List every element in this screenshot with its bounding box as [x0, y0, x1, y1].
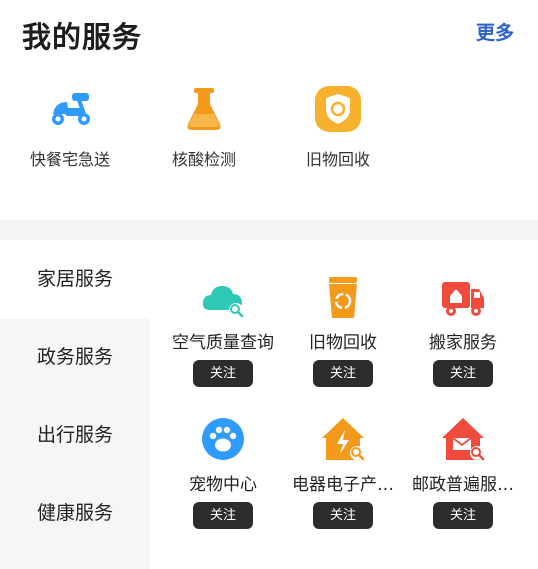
service-card-recycle[interactable]: 旧物回收 关注 [283, 274, 403, 387]
page-title: 我的服务 [22, 20, 143, 54]
follow-button[interactable]: 关注 [313, 502, 373, 529]
service-label: 旧物回收 [305, 150, 370, 169]
flask-icon [187, 88, 221, 130]
category-health-services[interactable]: 健康服务 [0, 474, 150, 552]
category-home-services[interactable]: 家居服务 [0, 240, 150, 318]
service-label: 快餐宅急送 [29, 150, 110, 169]
category-sidebar: 家居服务 政务服务 出行服务 健康服务 [0, 240, 150, 569]
service-label: 核酸检测 [171, 150, 236, 169]
service-nucleic-test[interactable]: 核酸检测 [144, 84, 264, 170]
category-travel-services[interactable]: 出行服务 [0, 396, 150, 474]
service-card-name: 邮政普遍服… [412, 475, 514, 495]
service-card-name: 搬家服务 [429, 333, 497, 353]
paw-icon [202, 418, 244, 460]
scooter-icon [52, 93, 90, 125]
service-card-moving[interactable]: 搬家服务 关注 [403, 274, 523, 387]
moving-truck-icon [442, 282, 484, 316]
section-divider [0, 220, 538, 240]
mail-house-icon [442, 418, 485, 461]
electric-house-icon [322, 418, 365, 461]
category-government-services[interactable]: 政务服务 [0, 318, 150, 396]
service-card-name: 电器电子产… [292, 475, 394, 495]
service-scooter-delivery[interactable]: 快餐宅急送 [10, 84, 130, 170]
service-card-name: 空气质量查询 [172, 333, 274, 353]
service-card-name: 旧物回收 [309, 333, 377, 353]
follow-button[interactable]: 关注 [193, 502, 253, 529]
more-link[interactable]: 更多 [476, 18, 514, 45]
my-services-section: 我的服务 更多 快餐宅急送 核酸检测 旧物回收 [0, 0, 538, 220]
recycle-bin-icon [329, 277, 357, 318]
service-recycle[interactable]: 旧物回收 [278, 84, 398, 170]
follow-button[interactable]: 关注 [433, 502, 493, 529]
shield-recycle-icon [315, 86, 361, 132]
service-card-air-quality[interactable]: 空气质量查询 关注 [163, 274, 283, 387]
cloud-search-icon [202, 286, 244, 318]
follow-button[interactable]: 关注 [313, 360, 373, 387]
follow-button[interactable]: 关注 [433, 360, 493, 387]
service-card-electronics[interactable]: 电器电子产… 关注 [283, 416, 403, 529]
service-card-name: 宠物中心 [189, 475, 257, 495]
follow-button[interactable]: 关注 [193, 360, 253, 387]
service-card-postal[interactable]: 邮政普遍服… 关注 [403, 416, 523, 529]
service-card-pet-center[interactable]: 宠物中心 关注 [163, 416, 283, 529]
service-grid: 空气质量查询 关注 旧物回收 关注 搬家服务 关注 宠物中心 关注 电器电子产…… [150, 240, 538, 569]
